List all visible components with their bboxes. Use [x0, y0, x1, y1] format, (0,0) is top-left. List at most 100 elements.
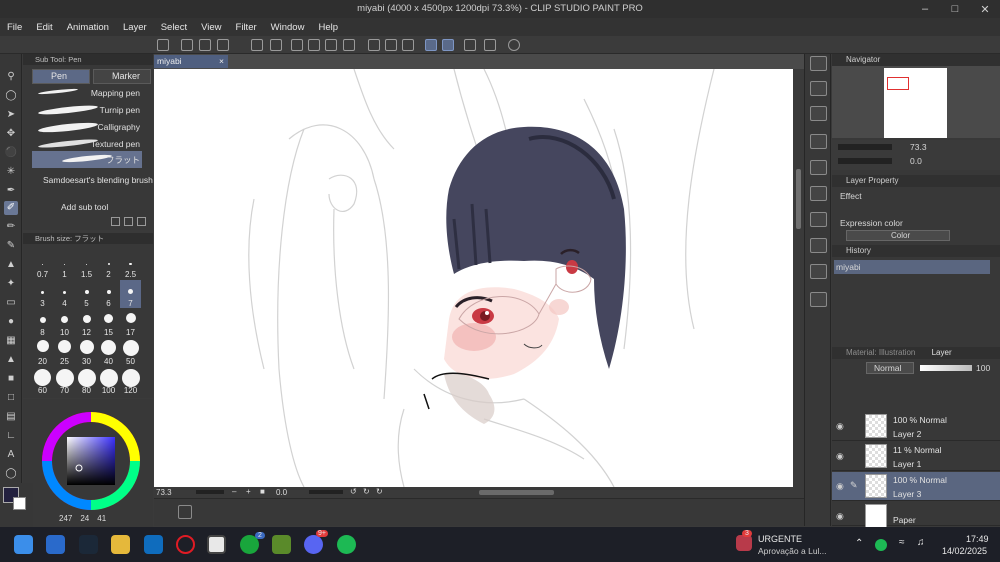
brush-item[interactable]: Calligraphy — [32, 119, 142, 136]
deselect-icon[interactable] — [368, 39, 380, 51]
navigator-rotation[interactable]: 0.0 — [910, 156, 922, 166]
material-icon[interactable] — [810, 134, 827, 149]
spotify-tray-icon[interactable] — [875, 539, 887, 551]
crop-icon[interactable] — [343, 39, 355, 51]
notification-title[interactable]: URGENTE — [758, 534, 802, 544]
fill-icon[interactable] — [308, 39, 320, 51]
blend-mode-select[interactable]: Normal — [866, 362, 914, 374]
magic-wand-icon[interactable]: ✳ — [4, 165, 18, 179]
layer-row[interactable]: ◉ 11 % Normal Layer 1 — [832, 442, 1000, 471]
move-tool-icon[interactable]: ✥ — [4, 127, 18, 141]
eye-icon[interactable]: ◉ — [836, 451, 844, 462]
eraser-icon[interactable]: ▭ — [4, 296, 18, 310]
brush-size-option[interactable]: 1.5 — [76, 251, 97, 279]
scroll-thumb[interactable] — [796, 169, 801, 229]
clip-studio-icon[interactable] — [157, 39, 169, 51]
duplicate-icon[interactable] — [111, 217, 120, 226]
brush-size-option[interactable]: 40 — [98, 338, 119, 366]
store-icon[interactable] — [46, 535, 65, 554]
decoration-icon[interactable]: ✦ — [4, 277, 18, 291]
navigator-preview[interactable] — [832, 66, 1000, 138]
expression-color-select[interactable]: Color — [846, 230, 950, 241]
brush-size-option[interactable]: 2.5 — [120, 251, 141, 279]
canvas-vertical-scrollbar[interactable] — [793, 69, 804, 487]
panel-toggle-icon[interactable] — [178, 505, 192, 519]
notification-text[interactable]: Aprovação a Lul... — [758, 546, 827, 556]
brush-size-option[interactable]: 5 — [76, 280, 97, 308]
opera-icon[interactable] — [176, 535, 195, 554]
brush-item[interactable]: Turnip pen — [32, 102, 142, 119]
copy-icon[interactable] — [124, 217, 133, 226]
brush-size-option[interactable]: 120 — [120, 367, 141, 395]
brush-size-option[interactable]: 25 — [54, 338, 75, 366]
color-wheel[interactable] — [41, 411, 141, 511]
volume-icon[interactable]: ♫ — [917, 537, 925, 548]
figure-icon[interactable]: □ — [4, 391, 18, 405]
menu-edit[interactable]: Edit — [29, 22, 59, 33]
fit-icon[interactable]: ■ — [260, 487, 265, 496]
document-tab[interactable]: miyabi × — [154, 55, 228, 68]
news-icon[interactable] — [736, 535, 752, 551]
pencil-tool-icon[interactable]: ✏ — [4, 220, 18, 234]
material-icon[interactable] — [810, 160, 827, 175]
brush-size-option[interactable]: 0.7 — [32, 251, 53, 279]
eye-icon[interactable]: ◉ — [836, 421, 844, 432]
opacity-value[interactable]: 100 — [976, 363, 990, 373]
material-icon[interactable] — [810, 238, 827, 253]
menu-file[interactable]: File — [0, 22, 29, 33]
sub-color-swatch[interactable] — [13, 497, 26, 510]
eyedropper-icon[interactable]: ✒ — [4, 184, 18, 198]
layer-row[interactable]: ◉ Paper — [832, 502, 1000, 528]
chevron-up-icon[interactable]: ⌃ — [855, 538, 863, 549]
tab-layer[interactable]: Layer — [932, 348, 952, 357]
minecraft-icon[interactable] — [272, 535, 291, 554]
material-icon[interactable] — [810, 186, 827, 201]
transform-icon[interactable] — [325, 39, 337, 51]
clear-icon[interactable] — [291, 39, 303, 51]
brush-size-option[interactable]: 30 — [76, 338, 97, 366]
brush-size-option[interactable]: 80 — [76, 367, 97, 395]
gradient-icon[interactable]: ■ — [4, 372, 18, 386]
brush-size-option[interactable]: 7 — [120, 280, 141, 308]
rotate-left-icon[interactable]: ↺ — [350, 487, 357, 496]
tab-material-illustration[interactable]: Material: Illustration — [846, 348, 915, 357]
brush-size-option[interactable]: 20 — [32, 338, 53, 366]
spotify-icon[interactable] — [337, 535, 356, 554]
close-tab-icon[interactable]: × — [219, 55, 224, 68]
rotation-slider[interactable] — [309, 490, 343, 494]
tab-marker[interactable]: Marker — [93, 69, 151, 84]
menu-filter[interactable]: Filter — [229, 22, 264, 33]
outlook-icon[interactable] — [144, 535, 163, 554]
menu-view[interactable]: View — [194, 22, 228, 33]
brush-size-option[interactable]: 60 — [32, 367, 53, 395]
brush-item-selected[interactable]: フラット — [32, 151, 142, 168]
trash-icon[interactable] — [137, 217, 146, 226]
undo-icon[interactable] — [251, 39, 263, 51]
menu-help[interactable]: Help — [311, 22, 345, 33]
help-icon[interactable] — [508, 39, 520, 51]
rotation-value[interactable]: 0.0 — [276, 488, 287, 497]
brush-size-option[interactable]: 3 — [32, 280, 53, 308]
brush-size-option[interactable]: 1 — [54, 251, 75, 279]
material-icon[interactable] — [810, 292, 827, 307]
save-icon[interactable] — [217, 39, 229, 51]
ruler-icon[interactable]: ∟ — [4, 429, 18, 443]
blending-brush-item[interactable]: Samdoesart's blending brush — [43, 175, 153, 185]
fill-tool-icon[interactable]: ▦ — [4, 334, 18, 348]
material-icon[interactable] — [810, 106, 827, 121]
zoom-value[interactable]: 73.3 — [156, 488, 172, 497]
zoom-slider[interactable] — [196, 490, 224, 494]
snap-ruler-icon[interactable] — [425, 39, 437, 51]
eye-icon[interactable]: ◉ — [836, 481, 844, 492]
navigator-zoom-slider[interactable] — [838, 144, 892, 150]
menu-select[interactable]: Select — [154, 22, 194, 33]
brush-size-option[interactable]: 10 — [54, 309, 75, 337]
operation-tool-icon[interactable]: ➤ — [4, 108, 18, 122]
wifi-icon[interactable]: ≈ — [899, 537, 905, 548]
tab-pen[interactable]: Pen — [32, 69, 90, 84]
reset-rotation-icon[interactable]: ↻ — [363, 487, 370, 496]
bucket-icon[interactable]: ▲ — [4, 353, 18, 367]
clock-time[interactable]: 17:49 — [966, 534, 989, 544]
history-item[interactable]: miyabi — [834, 260, 990, 274]
airbrush-icon[interactable]: ▲ — [4, 258, 18, 272]
